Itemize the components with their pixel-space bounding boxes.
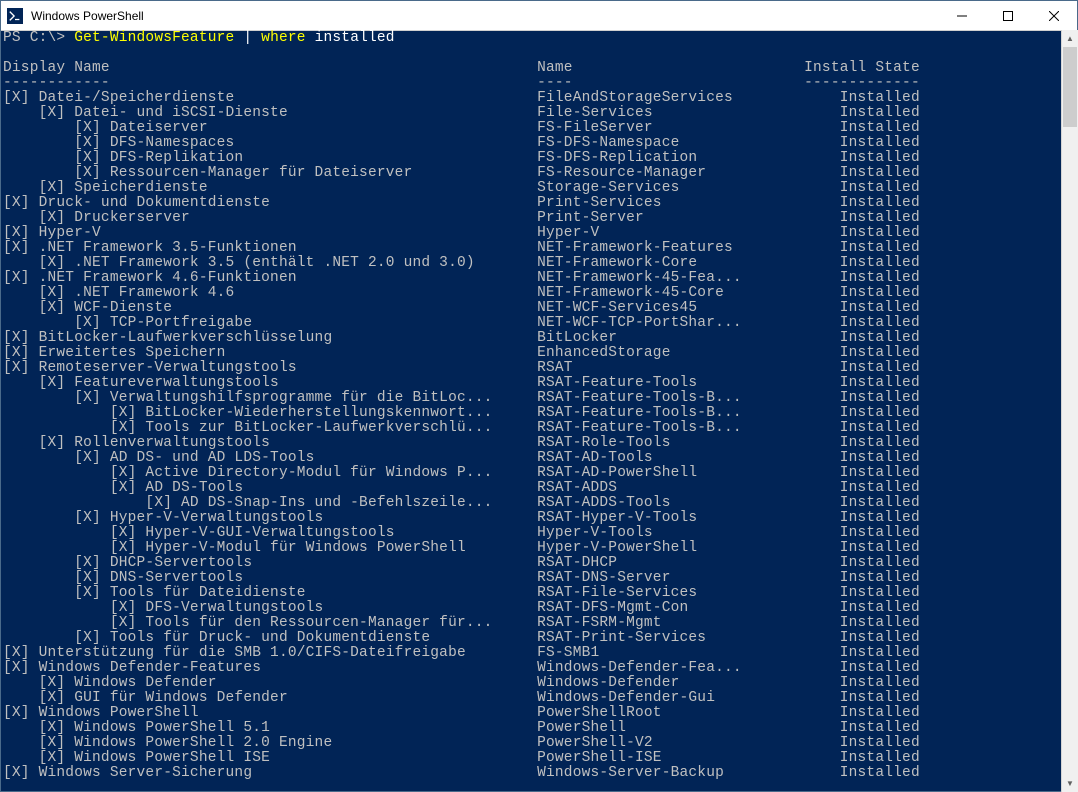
feature-row: [X] Datei- und iSCSI-Dienste File-Servic… bbox=[3, 106, 1077, 121]
feature-row: [X] .NET Framework 3.5-Funktionen NET-Fr… bbox=[3, 241, 1077, 256]
minimize-icon bbox=[957, 11, 967, 21]
cmdlet-name: Get-WindowsFeature bbox=[74, 30, 234, 46]
feature-row: [X] DHCP-Servertools RSAT-DHCP Installed bbox=[3, 556, 1077, 571]
feature-row: [X] DFS-Namespaces FS-DFS-Namespace Inst… bbox=[3, 136, 1077, 151]
feature-row: [X] AD DS-Tools RSAT-ADDS Installed bbox=[3, 481, 1077, 496]
feature-row: [X] DFS-Replikation FS-DFS-Replication I… bbox=[3, 151, 1077, 166]
scroll-down-arrow-icon[interactable]: ▼ bbox=[1062, 775, 1078, 792]
window-controls bbox=[939, 1, 1077, 30]
feature-row: [X] Rollenverwaltungstools RSAT-Role-Too… bbox=[3, 436, 1077, 451]
feature-row: [X] Druckerserver Print-Server Installed bbox=[3, 211, 1077, 226]
feature-row: [X] Tools für den Ressourcen-Manager für… bbox=[3, 616, 1077, 631]
feature-row: [X] Tools zur BitLocker-Laufwerkverschlü… bbox=[3, 421, 1077, 436]
feature-row: [X] Datei-/Speicherdienste FileAndStorag… bbox=[3, 91, 1077, 106]
feature-row: [X] AD DS-Snap-Ins und -Befehlszeile... … bbox=[3, 496, 1077, 511]
blank-line bbox=[3, 46, 1077, 61]
feature-row: [X] Verwaltungshilfsprogramme für die Bi… bbox=[3, 391, 1077, 406]
titlebar[interactable]: Windows PowerShell bbox=[1, 1, 1077, 31]
feature-row: [X] AD DS- und AD LDS-Tools RSAT-AD-Tool… bbox=[3, 451, 1077, 466]
feature-row: [X] Tools für Dateidienste RSAT-File-Ser… bbox=[3, 586, 1077, 601]
feature-row: [X] WCF-Dienste NET-WCF-Services45 Insta… bbox=[3, 301, 1077, 316]
close-icon bbox=[1049, 11, 1059, 21]
feature-row: [X] DNS-Servertools RSAT-DNS-Server Inst… bbox=[3, 571, 1077, 586]
feature-row: [X] Windows Server-Sicherung Windows-Ser… bbox=[3, 766, 1077, 781]
feature-row: [X] Tools für Druck- und Dokumentdienste… bbox=[3, 631, 1077, 646]
feature-row: [X] Erweitertes Speichern EnhancedStorag… bbox=[3, 346, 1077, 361]
feature-row: [X] BitLocker-Laufwerkverschlüsselung Bi… bbox=[3, 331, 1077, 346]
feature-row: [X] BitLocker-Wiederherstellungskennwort… bbox=[3, 406, 1077, 421]
feature-row: [X] .NET Framework 4.6-Funktionen NET-Fr… bbox=[3, 271, 1077, 286]
prompt-prefix: PS C:\> bbox=[3, 30, 74, 46]
prompt-line: PS C:\> Get-WindowsFeature | where insta… bbox=[3, 31, 1077, 46]
vertical-scrollbar[interactable]: ▲ ▼ bbox=[1061, 30, 1078, 792]
feature-row: [X] Windows Defender Windows-Defender In… bbox=[3, 676, 1077, 691]
feature-row: [X] Hyper-V-GUI-Verwaltungstools Hyper-V… bbox=[3, 526, 1077, 541]
feature-row: [X] .NET Framework 3.5 (enthält .NET 2.0… bbox=[3, 256, 1077, 271]
feature-row: [X] Featureverwaltungstools RSAT-Feature… bbox=[3, 376, 1077, 391]
powershell-window: Windows PowerShell PS C:\> Get-WindowsFe… bbox=[0, 0, 1078, 792]
column-headers: Display Name Name Install State bbox=[3, 61, 1077, 76]
feature-row: [X] Speicherdienste Storage-Services Ins… bbox=[3, 181, 1077, 196]
feature-row: [X] Windows Defender-Features Windows-De… bbox=[3, 661, 1077, 676]
feature-row: [X] Active Directory-Modul für Windows P… bbox=[3, 466, 1077, 481]
powershell-icon bbox=[7, 8, 23, 24]
maximize-button[interactable] bbox=[985, 1, 1031, 30]
close-button[interactable] bbox=[1031, 1, 1077, 30]
feature-row: [X] Remoteserver-Verwaltungstools RSAT I… bbox=[3, 361, 1077, 376]
window-title: Windows PowerShell bbox=[31, 9, 939, 23]
feature-row: [X] Ressourcen-Manager für Dateiserver F… bbox=[3, 166, 1077, 181]
feature-row: [X] Hyper-V-Modul für Windows PowerShell… bbox=[3, 541, 1077, 556]
feature-row: [X] TCP-Portfreigabe NET-WCF-TCP-PortSha… bbox=[3, 316, 1077, 331]
feature-row: [X] Windows PowerShell ISE PowerShell-IS… bbox=[3, 751, 1077, 766]
feature-row: [X] Hyper-V Hyper-V Installed bbox=[3, 226, 1077, 241]
feature-row: [X] Hyper-V-Verwaltungstools RSAT-Hyper-… bbox=[3, 511, 1077, 526]
cmd-argument: installed bbox=[306, 30, 395, 46]
feature-row: [X] Dateiserver FS-FileServer Installed bbox=[3, 121, 1077, 136]
terminal-output[interactable]: PS C:\> Get-WindowsFeature | where insta… bbox=[1, 31, 1077, 791]
minimize-button[interactable] bbox=[939, 1, 985, 30]
maximize-icon bbox=[1003, 11, 1013, 21]
feature-row: [X] GUI für Windows Defender Windows-Def… bbox=[3, 691, 1077, 706]
feature-row: [X] Unterstützung für die SMB 1.0/CIFS-D… bbox=[3, 646, 1077, 661]
feature-row: [X] DFS-Verwaltungstools RSAT-DFS-Mgmt-C… bbox=[3, 601, 1077, 616]
feature-row: [X] Druck- und Dokumentdienste Print-Ser… bbox=[3, 196, 1077, 211]
where-cmdlet: where bbox=[261, 30, 306, 46]
header-underline: ------------ ---- ------------- bbox=[3, 76, 1077, 91]
feature-row: [X] Windows PowerShell PowerShellRoot In… bbox=[3, 706, 1077, 721]
feature-row: [X] .NET Framework 4.6 NET-Framework-45-… bbox=[3, 286, 1077, 301]
pipe-operator: | bbox=[234, 30, 261, 46]
feature-row: [X] Windows PowerShell 5.1 PowerShell In… bbox=[3, 721, 1077, 736]
feature-row: [X] Windows PowerShell 2.0 Engine PowerS… bbox=[3, 736, 1077, 751]
scroll-thumb[interactable] bbox=[1063, 47, 1077, 127]
scroll-up-arrow-icon[interactable]: ▲ bbox=[1062, 30, 1078, 47]
